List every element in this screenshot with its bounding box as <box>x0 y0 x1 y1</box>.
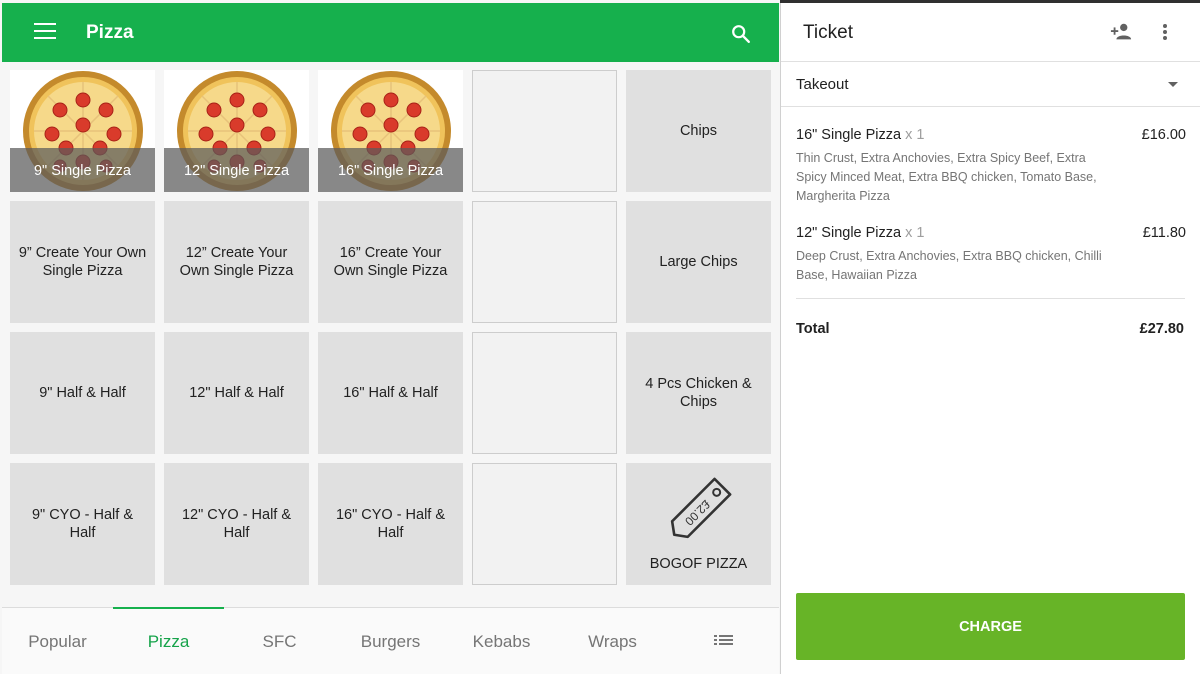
item-modifiers: Deep Crust, Extra Anchovies, Extra BBQ c… <box>796 249 1102 282</box>
item-tile-9-cyo-half[interactable]: 9" CYO - Half & Half <box>10 463 155 585</box>
tab-burgers[interactable]: Burgers <box>335 608 446 674</box>
price-tag-icon: £2.00 <box>670 477 732 539</box>
item-tile-9-half-and-half[interactable]: 9" Half & Half <box>10 332 155 454</box>
total-label: Total <box>796 321 830 337</box>
menu-icon[interactable] <box>34 23 56 43</box>
item-tile-12-half-and-half[interactable]: 12" Half & Half <box>164 332 309 454</box>
item-tile-9-create-your-own[interactable]: 9” Create Your Own Single Pizza <box>10 201 155 323</box>
item-tile-16-half-and-half[interactable]: 16" Half & Half <box>318 332 463 454</box>
item-tile-chicken-chips[interactable]: 4 Pcs Chicken & Chips <box>626 332 771 454</box>
item-grid: 9" Single Pizza 12" Single Pizza 16" Sin… <box>10 70 772 585</box>
item-modifiers: Thin Crust, Extra Anchovies, Extra Spicy… <box>796 151 1097 203</box>
item-name: 12" Single Pizza <box>796 225 902 241</box>
tab-popular[interactable]: Popular <box>2 608 113 674</box>
divider <box>796 298 1185 299</box>
search-icon[interactable] <box>730 23 752 45</box>
item-tile-9-single-pizza[interactable]: 9" Single Pizza <box>10 70 155 192</box>
tab-pizza[interactable]: Pizza <box>113 607 224 674</box>
item-label: 12" Single Pizza <box>164 148 309 192</box>
item-tile-bogof-pizza[interactable]: £2.00 BOGOF PIZZA <box>626 463 771 585</box>
empty-slot <box>472 332 617 454</box>
chevron-down-icon <box>1168 82 1178 87</box>
dining-option-value: Takeout <box>796 76 849 93</box>
item-label: 9" Single Pizza <box>10 148 155 192</box>
ticket-line-item[interactable]: 12" Single Pizza x 1 £11.80 Deep Crust, … <box>796 225 1186 285</box>
item-price: £16.00 <box>1141 127 1186 143</box>
item-panel: Pizza 9" Single Pizza 12" Single Pizza 1… <box>0 0 780 674</box>
total-value: £27.80 <box>1139 321 1184 337</box>
item-label: BOGOF PIZZA <box>649 556 748 572</box>
tab-kebabs[interactable]: Kebabs <box>446 608 557 674</box>
empty-slot <box>472 70 617 192</box>
item-qty: x 1 <box>905 225 925 241</box>
ticket-panel: Ticket Takeout 16" Single Pizza x 1 £16.… <box>780 3 1200 674</box>
page-title: Pizza <box>86 22 134 43</box>
item-name: 16" Single Pizza <box>796 127 902 143</box>
item-price: £11.80 <box>1142 225 1186 241</box>
add-person-icon[interactable] <box>1110 22 1132 42</box>
tab-sfc[interactable]: SFC <box>224 608 335 674</box>
tab-more[interactable] <box>668 608 779 674</box>
item-tile-16-single-pizza[interactable]: 16" Single Pizza <box>318 70 463 192</box>
tag-price-text: £2.00 <box>682 497 713 528</box>
item-tile-16-create-your-own[interactable]: 16” Create Your Own Single Pizza <box>318 201 463 323</box>
item-tile-chips[interactable]: Chips <box>626 70 771 192</box>
ticket-line-item[interactable]: 16" Single Pizza x 1 £16.00 Thin Crust, … <box>796 127 1186 206</box>
ticket-header: Ticket <box>781 3 1200 62</box>
charge-button[interactable]: CHARGE <box>796 593 1185 660</box>
category-tabs: Popular Pizza SFC Burgers Kebabs Wraps <box>2 607 779 674</box>
more-vert-icon[interactable] <box>1162 22 1168 42</box>
item-tile-16-cyo-half[interactable]: 16" CYO - Half & Half <box>318 463 463 585</box>
list-icon <box>713 634 733 645</box>
item-tile-12-cyo-half[interactable]: 12" CYO - Half & Half <box>164 463 309 585</box>
item-qty: x 1 <box>905 127 925 143</box>
item-tile-12-create-your-own[interactable]: 12” Create Your Own Single Pizza <box>164 201 309 323</box>
item-label: 16" Single Pizza <box>318 148 463 192</box>
item-tile-12-single-pizza[interactable]: 12" Single Pizza <box>164 70 309 192</box>
item-tile-large-chips[interactable]: Large Chips <box>626 201 771 323</box>
empty-slot <box>472 201 617 323</box>
tab-wraps[interactable]: Wraps <box>557 608 668 674</box>
app-bar: Pizza <box>2 3 779 62</box>
dining-option-select[interactable]: Takeout <box>781 63 1200 107</box>
ticket-title: Ticket <box>803 22 853 43</box>
empty-slot <box>472 463 617 585</box>
